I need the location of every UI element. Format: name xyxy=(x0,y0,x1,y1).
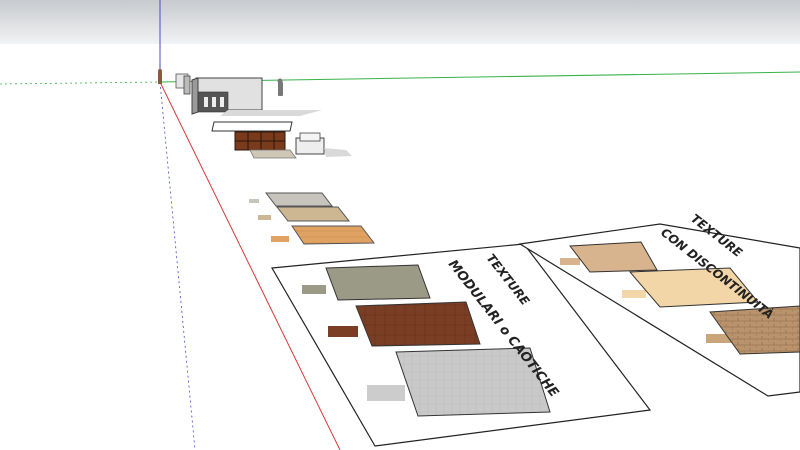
shelving-unit[interactable] xyxy=(234,131,286,151)
floor-sample-orange[interactable] xyxy=(291,225,376,245)
swatch-brown-small[interactable] xyxy=(328,326,358,337)
floor-sample-swatch-beige[interactable] xyxy=(258,215,271,220)
scale-figure[interactable] xyxy=(158,69,162,84)
swatch-light-gray-small[interactable] xyxy=(367,385,405,401)
swatch-gray-beige[interactable] xyxy=(325,264,431,301)
sketchup-viewport[interactable]: TEXTURE MODULARI o CAOTICHE TEXTURE CON … xyxy=(0,0,800,450)
swatch-cream-small[interactable] xyxy=(622,290,646,298)
floor-sample-swatch-orange[interactable] xyxy=(271,236,289,242)
standing-figure[interactable] xyxy=(277,78,284,97)
floor-sample-swatch-gray[interactable] xyxy=(249,199,259,203)
swatch-brown-tile[interactable] xyxy=(355,301,481,347)
rug[interactable] xyxy=(249,149,297,159)
floor-slab[interactable] xyxy=(211,121,293,132)
scene-canvas[interactable]: TEXTURE MODULARI o CAOTICHE TEXTURE CON … xyxy=(0,0,800,450)
floor-sample-beige[interactable] xyxy=(275,206,351,222)
sky xyxy=(0,0,800,44)
swatch-tan-small[interactable] xyxy=(560,258,580,265)
swatch-gray-beige-small[interactable] xyxy=(302,285,326,294)
floor-sample-gray[interactable] xyxy=(264,192,334,207)
